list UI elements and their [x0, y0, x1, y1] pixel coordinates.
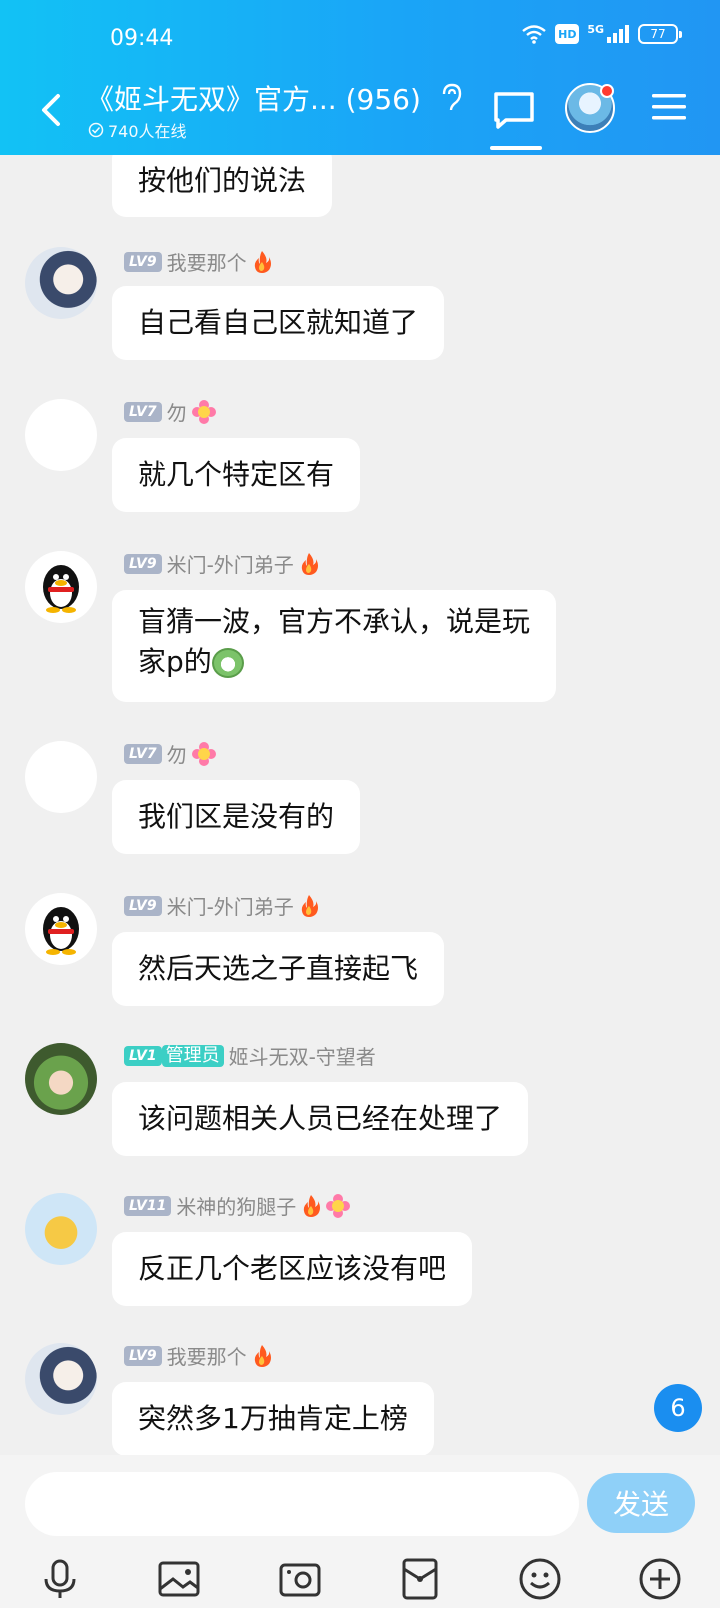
message-text: 按他们的说法 — [138, 164, 307, 197]
microphone-icon[interactable] — [36, 1555, 84, 1603]
level-badge: LV9 — [124, 895, 162, 916]
sender-meta: LV7 勿 — [124, 397, 216, 426]
online-count: 740人在线 — [88, 118, 187, 142]
message-text-line-2: 家p的 — [138, 642, 244, 682]
sender-name[interactable]: 米神的狗腿子 — [176, 1191, 296, 1220]
flower-icon — [191, 399, 216, 424]
image-icon[interactable] — [155, 1555, 203, 1603]
network-label: 5G — [587, 22, 604, 36]
signal-icon — [607, 25, 629, 43]
dog-emoji-icon — [211, 648, 244, 678]
composer: 发送 — [0, 1455, 720, 1608]
sender-name[interactable]: 米门-外门弟子 — [167, 891, 294, 920]
sender-meta: LV9 米门-外门弟子 — [124, 549, 319, 578]
avatar[interactable] — [25, 1043, 97, 1115]
sender-meta: LV9 我要那个 — [124, 247, 272, 276]
penguin-avatar-icon — [43, 907, 79, 955]
online-icon — [88, 122, 104, 138]
sender-meta: LV11 米神的狗腿子 — [124, 1191, 351, 1220]
message-bubble[interactable]: 自己看自己区就知道了 — [112, 286, 445, 360]
emoji-icon[interactable] — [516, 1555, 564, 1603]
level-badge: LV7 — [124, 401, 162, 422]
message-bubble[interactable]: 按他们的说法 — [112, 155, 333, 217]
message-bubble[interactable]: 反正几个老区应该没有吧 — [112, 1232, 473, 1306]
active-tab-indicator — [490, 146, 542, 150]
level-badge: LV1 — [124, 1045, 162, 1066]
avatar[interactable] — [25, 399, 97, 471]
composer-toolbar — [0, 1555, 720, 1605]
sender-name[interactable]: 我要那个 — [167, 247, 247, 276]
message-text: 突然多1万抽肯定上榜 — [138, 1402, 408, 1435]
ear-icon[interactable] — [440, 82, 464, 114]
message-input[interactable] — [25, 1472, 579, 1536]
message-text: 该问题相关人员已经在处理了 — [138, 1102, 503, 1135]
flame-icon — [301, 552, 318, 575]
avatar[interactable] — [25, 1193, 97, 1265]
battery-level: 77 — [650, 27, 666, 41]
hd-icon: HD — [555, 24, 580, 44]
message-bubble[interactable]: 该问题相关人员已经在处理了 — [112, 1082, 529, 1156]
message-text-tail: 家p的 — [138, 645, 212, 678]
chat-bubble-icon[interactable] — [492, 90, 536, 130]
flower-icon — [191, 741, 216, 766]
message-text: 就几个特定区有 — [138, 458, 335, 491]
message-list[interactable]: 按他们的说法 LV9 我要那个 自己看自己区就知道了 LV7 勿 就几个特定区有… — [0, 155, 720, 1455]
message-text: 我们区是没有的 — [138, 800, 335, 833]
level-badge: LV11 — [124, 1195, 172, 1216]
sender-meta: LV1 管理员 姬斗无双-守望者 — [124, 1041, 376, 1070]
menu-icon[interactable] — [652, 93, 686, 121]
avatar[interactable] — [25, 741, 97, 813]
flower-icon — [326, 1193, 351, 1218]
level-badge: LV9 — [124, 251, 162, 272]
wifi-icon — [522, 25, 547, 44]
sender-name[interactable]: 勿 — [167, 739, 187, 768]
send-button[interactable]: 发送 — [587, 1473, 695, 1533]
sender-name[interactable]: 我要那个 — [167, 1341, 247, 1370]
level-badge: LV9 — [124, 1345, 162, 1366]
avatar[interactable] — [25, 247, 97, 319]
battery-icon: 77 — [638, 24, 682, 44]
sender-meta: LV7 勿 — [124, 739, 216, 768]
message-text: 反正几个老区应该没有吧 — [138, 1252, 447, 1285]
admin-badge: 管理员 — [161, 1044, 224, 1067]
level-badge: LV9 — [124, 553, 162, 574]
flame-icon — [254, 250, 271, 273]
online-count-text: 740人在线 — [108, 122, 187, 141]
message-text-line: 盲猜一波，官方不承认，说是玩 — [138, 605, 531, 638]
flame-icon — [254, 1344, 271, 1367]
message-bubble[interactable]: 我们区是没有的 — [112, 780, 361, 854]
avatar[interactable] — [25, 551, 97, 623]
message-bubble[interactable]: 盲猜一波，官方不承认，说是玩 家p的 — [112, 590, 557, 702]
message-bubble[interactable]: 然后天选之子直接起飞 — [112, 932, 445, 1006]
plus-icon[interactable] — [636, 1555, 684, 1603]
message-text: 自己看自己区就知道了 — [138, 306, 419, 339]
message-bubble[interactable]: 就几个特定区有 — [112, 438, 361, 512]
avatar[interactable] — [25, 893, 97, 965]
sender-meta: LV9 米门-外门弟子 — [124, 891, 319, 920]
avatar[interactable] — [25, 1343, 97, 1415]
sender-meta: LV9 我要那个 — [124, 1341, 272, 1370]
level-badge: LV7 — [124, 743, 162, 764]
flame-icon — [304, 1194, 321, 1217]
unread-count-badge[interactable]: 6 — [654, 1384, 702, 1432]
flame-icon — [301, 894, 318, 917]
notification-dot — [600, 84, 614, 98]
chat-header: 09:44 HD 5G 77 《姬斗无双》官方... (956) 740人在线 — [0, 0, 720, 155]
message-text: 然后天选之子直接起飞 — [138, 952, 419, 985]
camera-icon[interactable] — [276, 1555, 324, 1603]
sender-name[interactable]: 米门-外门弟子 — [167, 549, 294, 578]
sender-name[interactable]: 勿 — [167, 397, 187, 426]
message-bubble[interactable]: 突然多1万抽肯定上榜 — [112, 1382, 434, 1455]
penguin-avatar-icon — [43, 565, 79, 613]
back-icon[interactable] — [36, 90, 66, 130]
red-packet-icon[interactable] — [396, 1555, 444, 1603]
status-icons: HD 5G 77 — [521, 22, 682, 44]
status-time: 09:44 — [110, 26, 174, 51]
sender-name[interactable]: 姬斗无双-守望者 — [229, 1041, 376, 1070]
group-title[interactable]: 《姬斗无双》官方... (956) — [86, 78, 421, 118]
